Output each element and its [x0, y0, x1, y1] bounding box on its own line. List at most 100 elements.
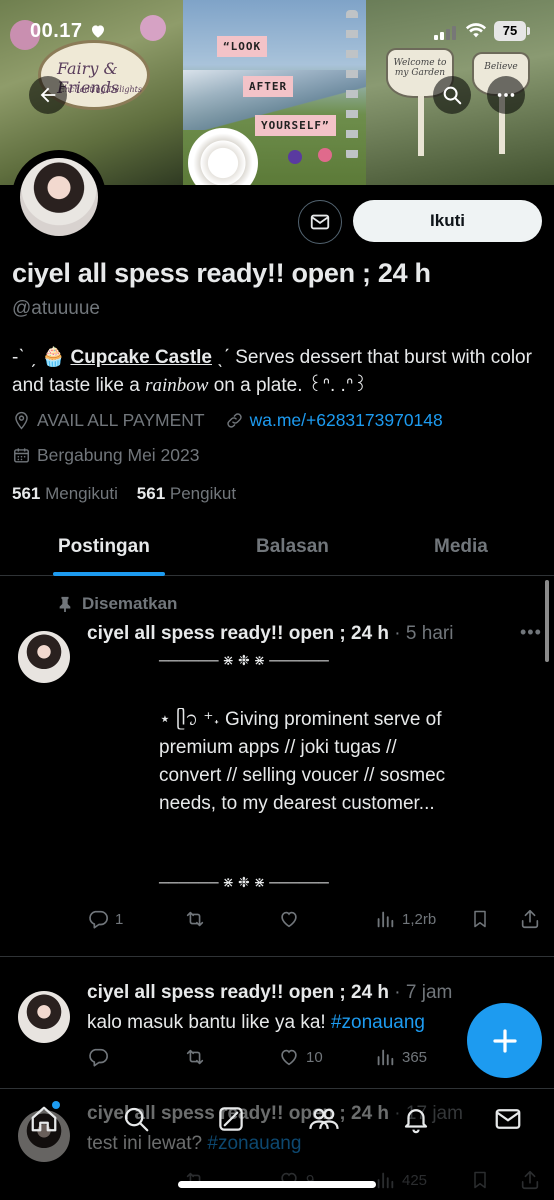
- nav-grok[interactable]: [216, 1104, 246, 1139]
- retweet-icon: [186, 1049, 204, 1065]
- bookmark-icon: [474, 910, 486, 928]
- share-button[interactable]: [519, 908, 541, 930]
- post-header: ciyel all spess ready!! open ; 24 h · 7 …: [87, 982, 452, 1004]
- status-bar: 00.17 75: [0, 0, 554, 60]
- message-button[interactable]: [298, 200, 342, 244]
- banner-sticker: YOURSELF”: [255, 115, 336, 136]
- profile-meta-row: AVAIL ALL PAYMENT wa.me/+6283173970148: [12, 410, 443, 431]
- followers-link[interactable]: 561 Pengikut: [137, 484, 236, 503]
- profile-joined-date: Bergabung Mei 2023: [37, 445, 200, 465]
- profile-avatar[interactable]: [12, 150, 106, 244]
- post-avatar[interactable]: [18, 631, 70, 683]
- tab-postingan[interactable]: Postingan: [58, 536, 150, 558]
- profile-stats: 561 Mengikuti 561 Pengikut: [12, 484, 236, 504]
- home-indicator[interactable]: [178, 1181, 376, 1188]
- bio-prefix: -ˋ ˏ 🧁: [12, 347, 71, 368]
- like-button[interactable]: 10: [278, 1046, 323, 1068]
- nav-messages[interactable]: [493, 1104, 523, 1139]
- reply-count: 1: [115, 910, 124, 928]
- retweet-button[interactable]: [183, 1046, 207, 1068]
- bookmark-button[interactable]: [470, 908, 490, 930]
- more-horizontal-icon: [497, 93, 515, 97]
- banner-sign-sub: Enchanting Delights: [59, 85, 142, 94]
- post-time[interactable]: · 5 hari: [394, 623, 453, 644]
- like-button[interactable]: [278, 908, 300, 930]
- post-author[interactable]: ciyel all spess ready!! open ; 24 h: [87, 982, 389, 1003]
- post-divider: ────── ⋇ ❉ ⋇ ──────: [159, 874, 329, 890]
- analytics-icon: [377, 911, 394, 928]
- view-count: 365: [402, 1048, 428, 1066]
- post-divider: ────── ⋇ ❉ ⋇ ──────: [159, 652, 329, 668]
- location-pin-icon: [15, 411, 28, 430]
- heart-icon: [281, 1049, 297, 1066]
- search-icon: [124, 1107, 149, 1132]
- bio-link-cupcake-castle[interactable]: Cupcake Castle: [70, 347, 212, 368]
- compose-post-button[interactable]: [467, 1003, 542, 1078]
- nav-communities[interactable]: [308, 1104, 340, 1139]
- profile-website-link[interactable]: wa.me/+6283173970148: [250, 410, 443, 431]
- post-time[interactable]: · 7 jam: [394, 982, 452, 1003]
- view-count: 1,2rb: [402, 910, 437, 928]
- search-icon: [443, 86, 462, 105]
- post-header: ciyel all spess ready!! open ; 24 h · 5 …: [87, 623, 453, 645]
- post-body: kalo masuk bantu like ya ka! #zonauang: [87, 1009, 477, 1037]
- heart-status-icon: [92, 25, 104, 38]
- analytics-icon: [377, 1049, 394, 1066]
- views-button[interactable]: 1,2rb: [374, 908, 436, 930]
- views-button[interactable]: 365: [374, 1046, 427, 1068]
- post-body: ⋆ ᥫ᭡ ⁺˖ Giving prominent serve of premiu…: [159, 709, 446, 814]
- post-text: kalo masuk bantu like ya ka!: [87, 1012, 331, 1033]
- battery-indicator: 75: [494, 21, 530, 41]
- reply-button[interactable]: [87, 1046, 109, 1068]
- more-options-button[interactable]: [487, 76, 525, 114]
- post-more-button[interactable]: •••: [520, 622, 542, 643]
- profile-bio: -ˋ ˏ 🧁 Cupcake Castle ˎˊ Serves dessert …: [12, 344, 542, 400]
- post-author[interactable]: ciyel all spess ready!! open ; 24 h: [87, 623, 389, 644]
- hashtag-link[interactable]: #zonauang: [331, 1012, 425, 1033]
- post-separator: [0, 1088, 554, 1089]
- nav-notifications[interactable]: [401, 1104, 431, 1139]
- envelope-icon: [310, 214, 330, 230]
- share-icon: [521, 909, 539, 929]
- communities-icon: [309, 1108, 339, 1129]
- wifi-icon: [465, 23, 487, 38]
- tab-balasan[interactable]: Balasan: [256, 536, 329, 558]
- reply-icon: [89, 910, 108, 929]
- post-avatar[interactable]: [18, 991, 70, 1043]
- search-button[interactable]: [433, 76, 471, 114]
- back-button[interactable]: [29, 76, 67, 114]
- like-count: 10: [306, 1048, 323, 1066]
- home-notification-dot: [52, 1101, 60, 1109]
- sign-stake: [418, 96, 424, 156]
- link-icon: [226, 413, 242, 428]
- status-time: 00.17: [30, 20, 83, 42]
- scrollbar[interactable]: [545, 580, 549, 662]
- profile-tabs: Postingan Balasan Media: [0, 524, 554, 576]
- following-count: 561: [12, 484, 41, 503]
- flower-decoration: [288, 150, 302, 164]
- bell-icon: [404, 1109, 428, 1134]
- active-tab-indicator: [53, 572, 165, 576]
- following-label: Mengikuti: [45, 484, 118, 503]
- grok-icon: [219, 1107, 243, 1131]
- profile-joined-row: Bergabung Mei 2023: [12, 445, 199, 466]
- lace-doily: [188, 128, 258, 185]
- nav-search[interactable]: [121, 1104, 151, 1139]
- retweet-icon: [186, 911, 204, 927]
- nav-home[interactable]: [29, 1104, 59, 1139]
- retweet-button[interactable]: [183, 908, 207, 930]
- bio-italic-text: rainbow: [145, 375, 209, 396]
- follow-button[interactable]: Ikuti: [353, 200, 542, 242]
- followers-count: 561: [136, 484, 166, 503]
- envelope-icon: [495, 1109, 521, 1129]
- avatar-image: [20, 158, 98, 236]
- reply-icon: [89, 1048, 108, 1067]
- arrow-left-icon: [40, 87, 56, 103]
- calendar-icon: [14, 448, 29, 463]
- following-link[interactable]: 561 Mengikuti: [12, 484, 118, 503]
- tab-media[interactable]: Media: [434, 536, 488, 558]
- profile-handle: @atuuuue: [12, 298, 100, 319]
- heart-icon: [281, 911, 297, 928]
- post-separator: [0, 956, 554, 957]
- reply-button[interactable]: 1: [87, 908, 123, 930]
